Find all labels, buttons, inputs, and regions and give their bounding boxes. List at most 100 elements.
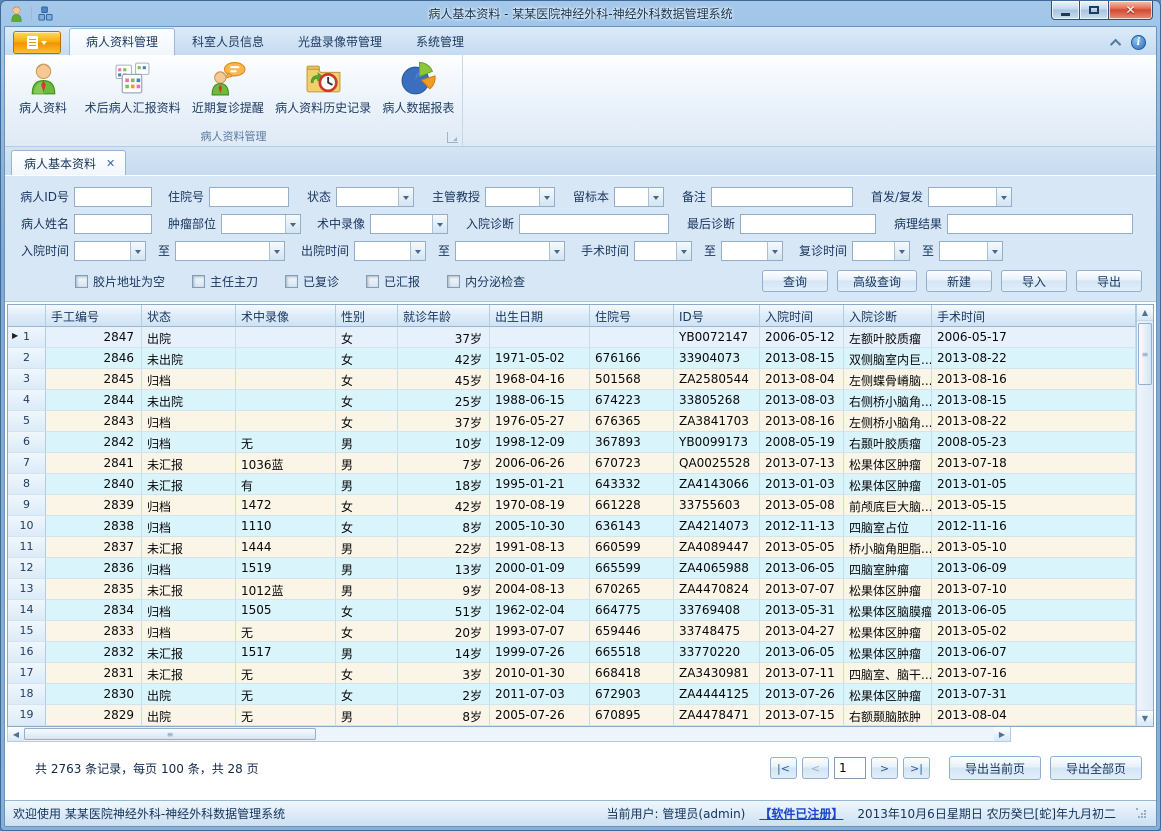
cell-manual-no[interactable]: 2831 (46, 663, 142, 684)
checkbox-icon[interactable] (75, 275, 88, 288)
cell-intraop-video[interactable]: 有 (236, 474, 336, 495)
cell-birth-date[interactable]: 1971-05-02 (490, 348, 590, 369)
cell-manual-no[interactable]: 2835 (46, 579, 142, 600)
cell-admit-diagnosis[interactable]: 松果体区肿瘤 (844, 474, 932, 495)
admission-date-to-select[interactable] (175, 241, 285, 261)
cell-sex[interactable]: 女 (336, 411, 398, 432)
cell-surgery-date[interactable]: 2013-06-05 (932, 600, 1136, 621)
cell-birth-date[interactable]: 2000-01-09 (490, 558, 590, 579)
cell-age[interactable]: 7岁 (398, 453, 490, 474)
export-current-page-button[interactable]: 导出当前页 (949, 756, 1041, 780)
cell-sex[interactable]: 男 (336, 453, 398, 474)
cell-inpatient-no[interactable]: 676365 (590, 411, 674, 432)
cell-age[interactable]: 45岁 (398, 369, 490, 390)
cell-surgery-date[interactable]: 2013-06-07 (932, 642, 1136, 663)
cell-status[interactable]: 归档 (142, 600, 236, 621)
tab-patient-basic-data[interactable]: 病人基本资料 ✕ (11, 150, 126, 175)
cell-status[interactable]: 归档 (142, 558, 236, 579)
cell-surgery-date[interactable]: 2013-08-22 (932, 411, 1136, 432)
cell-intraop-video[interactable] (236, 327, 336, 348)
cell-age[interactable]: 20岁 (398, 621, 490, 642)
cell-admit-date[interactable]: 2013-07-15 (760, 705, 844, 726)
cell-admit-date[interactable]: 2013-05-31 (760, 600, 844, 621)
cell-admit-diagnosis[interactable]: 四脑室、脑干... (844, 663, 932, 684)
patient-data-history-button[interactable]: 病人资料历史记录 (270, 58, 377, 117)
cell-status[interactable]: 出院 (142, 684, 236, 705)
cell-status[interactable]: 未汇报 (142, 579, 236, 600)
cell-admit-diagnosis[interactable]: 松果体区肿瘤 (844, 621, 932, 642)
column-header-manual-no[interactable]: 手工编号 (46, 305, 142, 327)
cell-admit-diagnosis[interactable]: 松果体区肿瘤 (844, 642, 932, 663)
next-page-button[interactable]: > (871, 757, 898, 779)
table-row[interactable]: ▶19 2829 出院 无 男 8岁 2005-07-26 670895 ZA4… (8, 705, 1136, 726)
cell-manual-no[interactable]: 2846 (46, 348, 142, 369)
cell-sex[interactable]: 女 (336, 621, 398, 642)
table-row[interactable]: ▶18 2830 出院 无 女 2岁 2011-07-03 672903 ZA4… (8, 684, 1136, 705)
cell-admit-diagnosis[interactable]: 右颞叶胶质瘤 (844, 432, 932, 453)
cell-admit-diagnosis[interactable]: 左侧蝶骨嵴脑... (844, 369, 932, 390)
cell-inpatient-no[interactable]: 676166 (590, 348, 674, 369)
cell-status[interactable]: 归档 (142, 516, 236, 537)
checkbox-icon[interactable] (447, 275, 460, 288)
column-header-age[interactable]: 就诊年龄 (398, 305, 490, 327)
cell-manual-no[interactable]: 2832 (46, 642, 142, 663)
cell-age[interactable]: 2岁 (398, 684, 490, 705)
cell-admit-date[interactable]: 2013-08-16 (760, 411, 844, 432)
cell-age[interactable]: 22岁 (398, 537, 490, 558)
cell-age[interactable]: 8岁 (398, 705, 490, 726)
table-row[interactable]: ▶16 2832 未汇报 1517 男 14岁 1999-07-26 66551… (8, 642, 1136, 663)
cell-status[interactable]: 归档 (142, 495, 236, 516)
collapse-ribbon-icon[interactable] (1110, 38, 1121, 49)
cell-manual-no[interactable]: 2837 (46, 537, 142, 558)
cell-surgery-date[interactable]: 2013-07-16 (932, 663, 1136, 684)
page-number-input[interactable] (834, 757, 866, 779)
table-row[interactable]: ▶9 2839 归档 1472 女 42岁 1970-08-19 661228 … (8, 495, 1136, 516)
cell-manual-no[interactable]: 2847 (46, 327, 142, 348)
table-row[interactable]: ▶5 2843 归档 女 37岁 1976-05-27 676365 ZA384… (8, 411, 1136, 432)
cell-status[interactable]: 出院 (142, 327, 236, 348)
checkbox-icon[interactable] (192, 275, 205, 288)
cell-id-no[interactable]: ZA2580544 (674, 369, 760, 390)
cell-admit-diagnosis[interactable]: 四脑室肿瘤 (844, 558, 932, 579)
cell-inpatient-no[interactable]: 670723 (590, 453, 674, 474)
cell-inpatient-no[interactable] (590, 327, 674, 348)
cell-manual-no[interactable]: 2843 (46, 411, 142, 432)
cell-age[interactable]: 13岁 (398, 558, 490, 579)
checkbox-内分泌检查[interactable]: 内分泌检查 (447, 273, 525, 290)
cell-sex[interactable]: 男 (336, 537, 398, 558)
cell-sex[interactable]: 男 (336, 558, 398, 579)
cell-status[interactable]: 未汇报 (142, 663, 236, 684)
cell-sex[interactable]: 女 (336, 516, 398, 537)
cell-birth-date[interactable]: 1962-02-04 (490, 600, 590, 621)
cell-intraop-video[interactable] (236, 348, 336, 369)
scroll-down-icon[interactable]: ▼ (1137, 710, 1153, 726)
cell-manual-no[interactable]: 2839 (46, 495, 142, 516)
cell-intraop-video[interactable]: 1012蓝 (236, 579, 336, 600)
cell-sex[interactable]: 女 (336, 390, 398, 411)
cell-admit-diagnosis[interactable]: 双侧脑室内巨... (844, 348, 932, 369)
cell-admit-diagnosis[interactable]: 松果体区肿瘤 (844, 579, 932, 600)
cell-manual-no[interactable]: 2834 (46, 600, 142, 621)
cell-admit-date[interactable]: 2013-08-04 (760, 369, 844, 390)
cell-age[interactable]: 3岁 (398, 663, 490, 684)
cell-birth-date[interactable]: 2010-01-30 (490, 663, 590, 684)
cell-intraop-video[interactable] (236, 411, 336, 432)
export-button[interactable]: 导出 (1076, 270, 1142, 292)
cell-birth-date[interactable]: 2005-07-26 (490, 705, 590, 726)
cell-age[interactable]: 25岁 (398, 390, 490, 411)
cell-sex[interactable]: 男 (336, 474, 398, 495)
admission-diagnosis-input[interactable] (519, 214, 669, 234)
cell-admit-diagnosis[interactable]: 松果体区肿瘤 (844, 684, 932, 705)
cell-intraop-video[interactable]: 1517 (236, 642, 336, 663)
close-button[interactable]: ✕ (1108, 1, 1153, 20)
cell-id-no[interactable]: 33904073 (674, 348, 760, 369)
cell-status[interactable]: 出院 (142, 705, 236, 726)
cell-birth-date[interactable]: 1999-07-26 (490, 642, 590, 663)
table-row[interactable]: ▶7 2841 未汇报 1036蓝 男 7岁 2006-06-26 670723… (8, 453, 1136, 474)
cell-inpatient-no[interactable]: 670265 (590, 579, 674, 600)
pathology-result-input[interactable] (947, 214, 1133, 234)
registered-link[interactable]: 【软件已注册】 (759, 805, 843, 822)
table-row[interactable]: ▶12 2836 归档 1519 男 13岁 2000-01-09 665599… (8, 558, 1136, 579)
cell-intraop-video[interactable]: 1444 (236, 537, 336, 558)
final-diagnosis-input[interactable] (740, 214, 876, 234)
